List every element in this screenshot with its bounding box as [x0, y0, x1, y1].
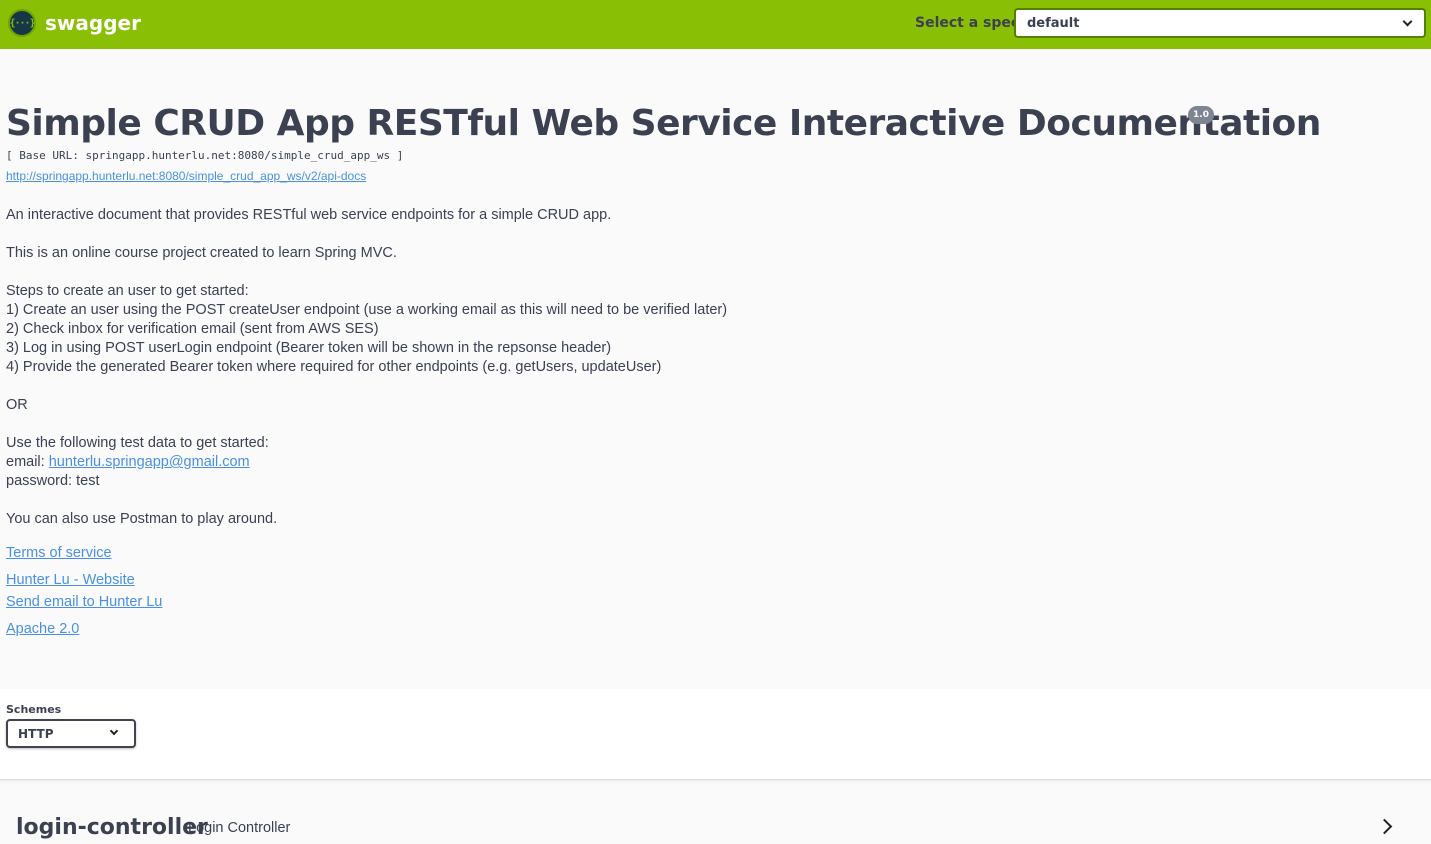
schemes-label: Schemes — [6, 703, 62, 716]
topbar: {···} swagger Select a spec default — [0, 0, 1431, 49]
spec-select-value: default — [1027, 16, 1080, 31]
website-link[interactable]: Hunter Lu - Website — [6, 572, 135, 588]
base-url: [ Base URL: springapp.hunterlu.net:8080/… — [6, 149, 404, 162]
license-link[interactable]: Apache 2.0 — [6, 621, 79, 637]
controller-description: Login Controller — [188, 820, 291, 836]
description-paragraph: This is an online course project created… — [6, 245, 397, 261]
swagger-brand[interactable]: {···} swagger — [8, 9, 141, 37]
schemes-select[interactable]: HTTP — [6, 719, 136, 748]
email-label: email: — [6, 454, 49, 470]
terms-of-service-link[interactable]: Terms of service — [6, 545, 112, 561]
version-badge: 1.0 — [1188, 106, 1214, 124]
test-data-intro: Use the following test data to get start… — [6, 435, 269, 451]
page-title: Simple CRUD App RESTful Web Service Inte… — [6, 103, 1321, 144]
spec-select-label: Select a spec — [915, 15, 1020, 31]
info-description: An interactive document that provides RE… — [6, 206, 727, 529]
description-paragraph: An interactive document that provides RE… — [6, 207, 612, 223]
test-email-link[interactable]: hunterlu.springapp@gmail.com — [49, 454, 250, 470]
chevron-down-icon — [109, 726, 119, 736]
or-text: OR — [6, 397, 28, 413]
contact-email-link[interactable]: Send email to Hunter Lu — [6, 594, 162, 610]
step-item: 3) Log in using POST userLogin endpoint … — [6, 340, 612, 356]
test-email-line: email: hunterlu.springapp@gmail.com — [6, 453, 727, 472]
postman-note: You can also use Postman to play around. — [6, 511, 278, 527]
step-item: 2) Check inbox for verification email (s… — [6, 321, 379, 337]
schemes-section: Schemes HTTP — [0, 689, 1431, 780]
step-item: 1) Create an user using the POST createU… — [6, 302, 728, 318]
chevron-right-icon[interactable] — [1376, 818, 1393, 835]
schemes-select-value: HTTP — [18, 727, 54, 741]
api-docs-link[interactable]: http://springapp.hunterlu.net:8080/simpl… — [6, 169, 366, 183]
brand-name: swagger — [45, 11, 141, 35]
swagger-logo-icon: {···} — [8, 9, 36, 37]
controller-name: login-controller — [16, 815, 208, 840]
controller-section-header[interactable]: login-controller Login Controller — [0, 800, 1431, 844]
test-password: password: test — [6, 473, 100, 489]
spec-select[interactable]: default — [1014, 8, 1426, 38]
chevron-down-icon — [1402, 16, 1413, 27]
step-item: 4) Provide the generated Bearer token wh… — [6, 359, 662, 375]
steps-intro: Steps to create an user to get started: — [6, 283, 249, 299]
